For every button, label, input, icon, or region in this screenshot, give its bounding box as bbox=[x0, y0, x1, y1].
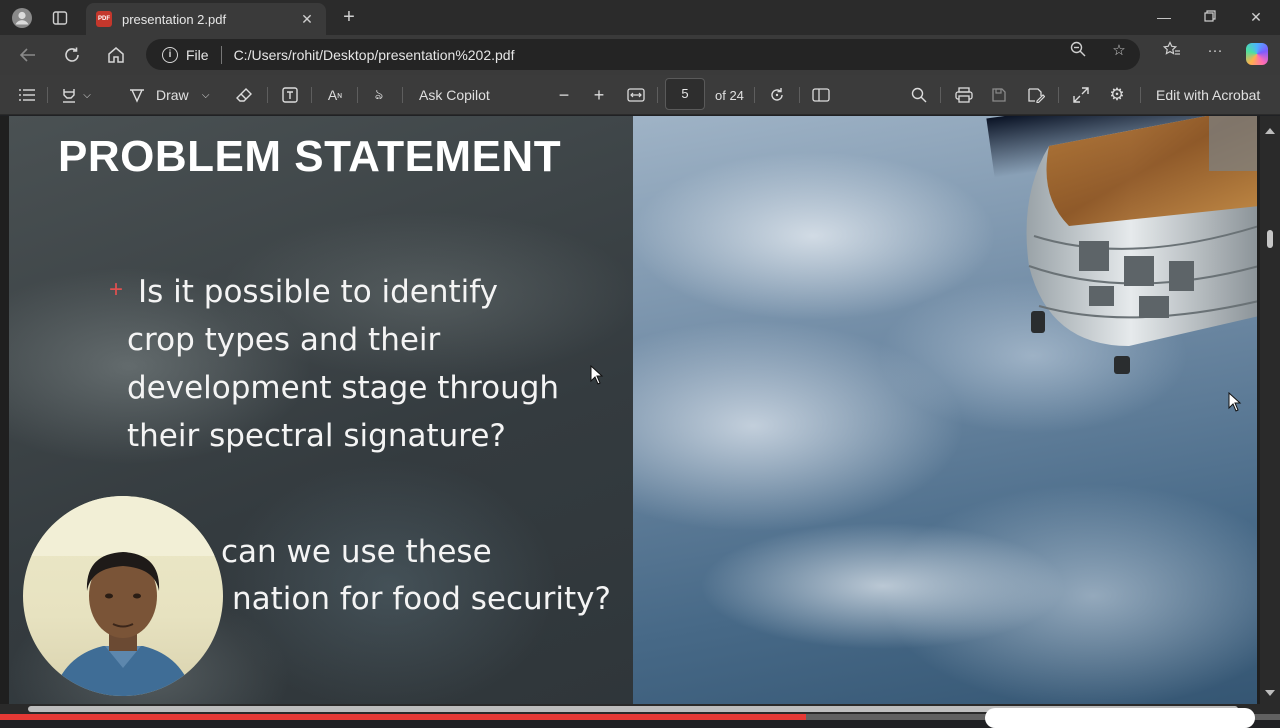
toolbar-divider bbox=[47, 87, 48, 103]
pdf-file-icon: PDF bbox=[96, 11, 112, 27]
zoom-in-icon[interactable]: + bbox=[588, 84, 610, 106]
add-text-button[interactable] bbox=[279, 84, 301, 106]
toolbar-divider bbox=[1140, 87, 1141, 103]
bullet-line: Is it possible to identify bbox=[138, 274, 499, 310]
contents-icon[interactable] bbox=[16, 84, 38, 106]
edit-with-acrobat-label: Edit with Acrobat bbox=[1156, 87, 1261, 103]
video-overlay-pill bbox=[985, 708, 1255, 728]
tab-actions-icon[interactable] bbox=[49, 7, 71, 29]
toolbar-divider bbox=[657, 87, 658, 103]
erase-button[interactable] bbox=[233, 84, 255, 106]
profile-avatar-icon[interactable] bbox=[11, 7, 33, 29]
eraser-icon bbox=[233, 84, 255, 106]
read-aloud-icon: Aɴ bbox=[327, 87, 343, 103]
toolbar-divider bbox=[402, 87, 403, 103]
translate-button[interactable]: ঌ bbox=[368, 84, 390, 106]
ask-copilot-button[interactable]: Ask Copilot bbox=[419, 84, 490, 106]
toolbar-divider bbox=[754, 87, 755, 103]
edit-with-acrobat-button[interactable]: Edit with Acrobat bbox=[1156, 84, 1260, 106]
close-window-icon[interactable]: ✕ bbox=[1246, 8, 1266, 26]
bullet-line: can we use these bbox=[221, 534, 492, 570]
read-aloud-button[interactable]: Aɴ bbox=[324, 84, 346, 106]
save-icon[interactable] bbox=[988, 84, 1010, 106]
copilot-icon[interactable] bbox=[1246, 43, 1268, 65]
toolbar-divider bbox=[799, 87, 800, 103]
navigation-bar: i File C:/Users/rohit/Desktop/presentati… bbox=[0, 35, 1280, 75]
bullet-question-2: can we use these bbox=[221, 528, 721, 576]
presenter-avatar bbox=[23, 496, 223, 696]
url-text[interactable]: C:/Users/rohit/Desktop/presentation%202.… bbox=[234, 47, 515, 63]
address-bar[interactable]: i File C:/Users/rohit/Desktop/presentati… bbox=[146, 39, 1140, 70]
draw-label: Draw bbox=[156, 87, 189, 103]
toolbar-divider bbox=[267, 87, 268, 103]
minimize-icon[interactable]: — bbox=[1154, 8, 1174, 26]
bullet-question-2: nation for food security? bbox=[232, 575, 732, 623]
zoom-out-icon[interactable]: − bbox=[553, 84, 575, 106]
more-menu-icon[interactable]: ··· bbox=[1205, 41, 1225, 61]
site-info-icon[interactable]: i bbox=[162, 46, 178, 63]
pen-icon bbox=[126, 84, 148, 106]
favorites-icon[interactable] bbox=[1162, 41, 1182, 61]
vertical-scrollbar[interactable] bbox=[1260, 116, 1280, 704]
text-box-icon bbox=[279, 84, 301, 106]
home-icon[interactable] bbox=[104, 43, 128, 67]
close-tab-icon[interactable]: ✕ bbox=[298, 11, 316, 28]
restore-icon[interactable] bbox=[1200, 8, 1220, 26]
pdf-toolbar: ⌵ Draw ⌵ Aɴ ঌ Ask Copilot − + 5 of 24 ⚙ … bbox=[0, 75, 1280, 115]
toolbar-divider bbox=[940, 87, 941, 103]
tab-presentation[interactable]: PDF presentation 2.pdf ✕ bbox=[86, 3, 326, 35]
bullet-line: their spectral signature? bbox=[127, 418, 506, 454]
print-icon[interactable] bbox=[953, 84, 975, 106]
bullet-line: development stage through bbox=[127, 370, 560, 406]
settings-gear-icon[interactable]: ⚙ bbox=[1106, 84, 1128, 106]
scrollbar-thumb[interactable] bbox=[1267, 230, 1273, 248]
page-view-icon[interactable] bbox=[810, 84, 832, 106]
bullet-line: nation for food security? bbox=[232, 581, 611, 617]
scroll-down-arrow-icon[interactable] bbox=[1265, 690, 1275, 696]
refresh-icon[interactable] bbox=[60, 43, 84, 67]
scheme-label: File bbox=[186, 46, 209, 63]
new-tab-icon[interactable]: + bbox=[338, 6, 360, 28]
slide-title: PROBLEM STATEMENT bbox=[58, 132, 562, 181]
toolbar-divider bbox=[1058, 87, 1059, 103]
toolbar-divider bbox=[311, 87, 312, 103]
mouse-cursor-icon bbox=[1228, 392, 1242, 412]
back-icon[interactable] bbox=[16, 43, 40, 67]
draw-button[interactable]: Draw ⌵ bbox=[126, 84, 213, 106]
chevron-down-icon[interactable]: ⌵ bbox=[80, 84, 94, 106]
highlight-button[interactable]: ⌵ bbox=[58, 84, 94, 106]
bullet-question-1: Is it possible to identify crop types an… bbox=[127, 268, 627, 460]
toolbar-divider bbox=[357, 87, 358, 103]
presenter-webcam-overlay bbox=[23, 496, 223, 696]
full-screen-icon[interactable] bbox=[1070, 84, 1092, 106]
address-separator bbox=[220, 45, 222, 64]
page-number-input[interactable]: 5 bbox=[665, 78, 705, 110]
tab-title: presentation 2.pdf bbox=[122, 11, 227, 27]
space-station-image bbox=[1026, 116, 1257, 374]
mouse-cursor-icon bbox=[590, 365, 604, 385]
favorite-star-icon[interactable]: ☆ bbox=[1109, 41, 1129, 61]
fit-width-icon[interactable] bbox=[625, 84, 647, 106]
bullet-icon: + bbox=[109, 276, 124, 303]
translate-icon: ঌ bbox=[374, 86, 384, 102]
save-as-icon[interactable] bbox=[1025, 84, 1047, 106]
chevron-down-icon[interactable]: ⌵ bbox=[199, 84, 213, 106]
title-bar: PDF presentation 2.pdf ✕ + — ✕ bbox=[0, 0, 1280, 35]
scroll-up-arrow-icon[interactable] bbox=[1265, 128, 1275, 134]
page-total: of 24 bbox=[715, 87, 744, 103]
rotate-icon[interactable] bbox=[766, 84, 788, 106]
zoom-icon[interactable] bbox=[1068, 41, 1088, 61]
video-progress-fill bbox=[0, 714, 807, 720]
find-icon[interactable] bbox=[908, 84, 930, 106]
bullet-line: crop types and their bbox=[127, 322, 441, 358]
pdf-viewer[interactable]: PROBLEM STATEMENT + Is it possible to id… bbox=[0, 116, 1280, 704]
ask-copilot-label: Ask Copilot bbox=[419, 87, 490, 103]
highlighter-icon bbox=[58, 84, 80, 106]
